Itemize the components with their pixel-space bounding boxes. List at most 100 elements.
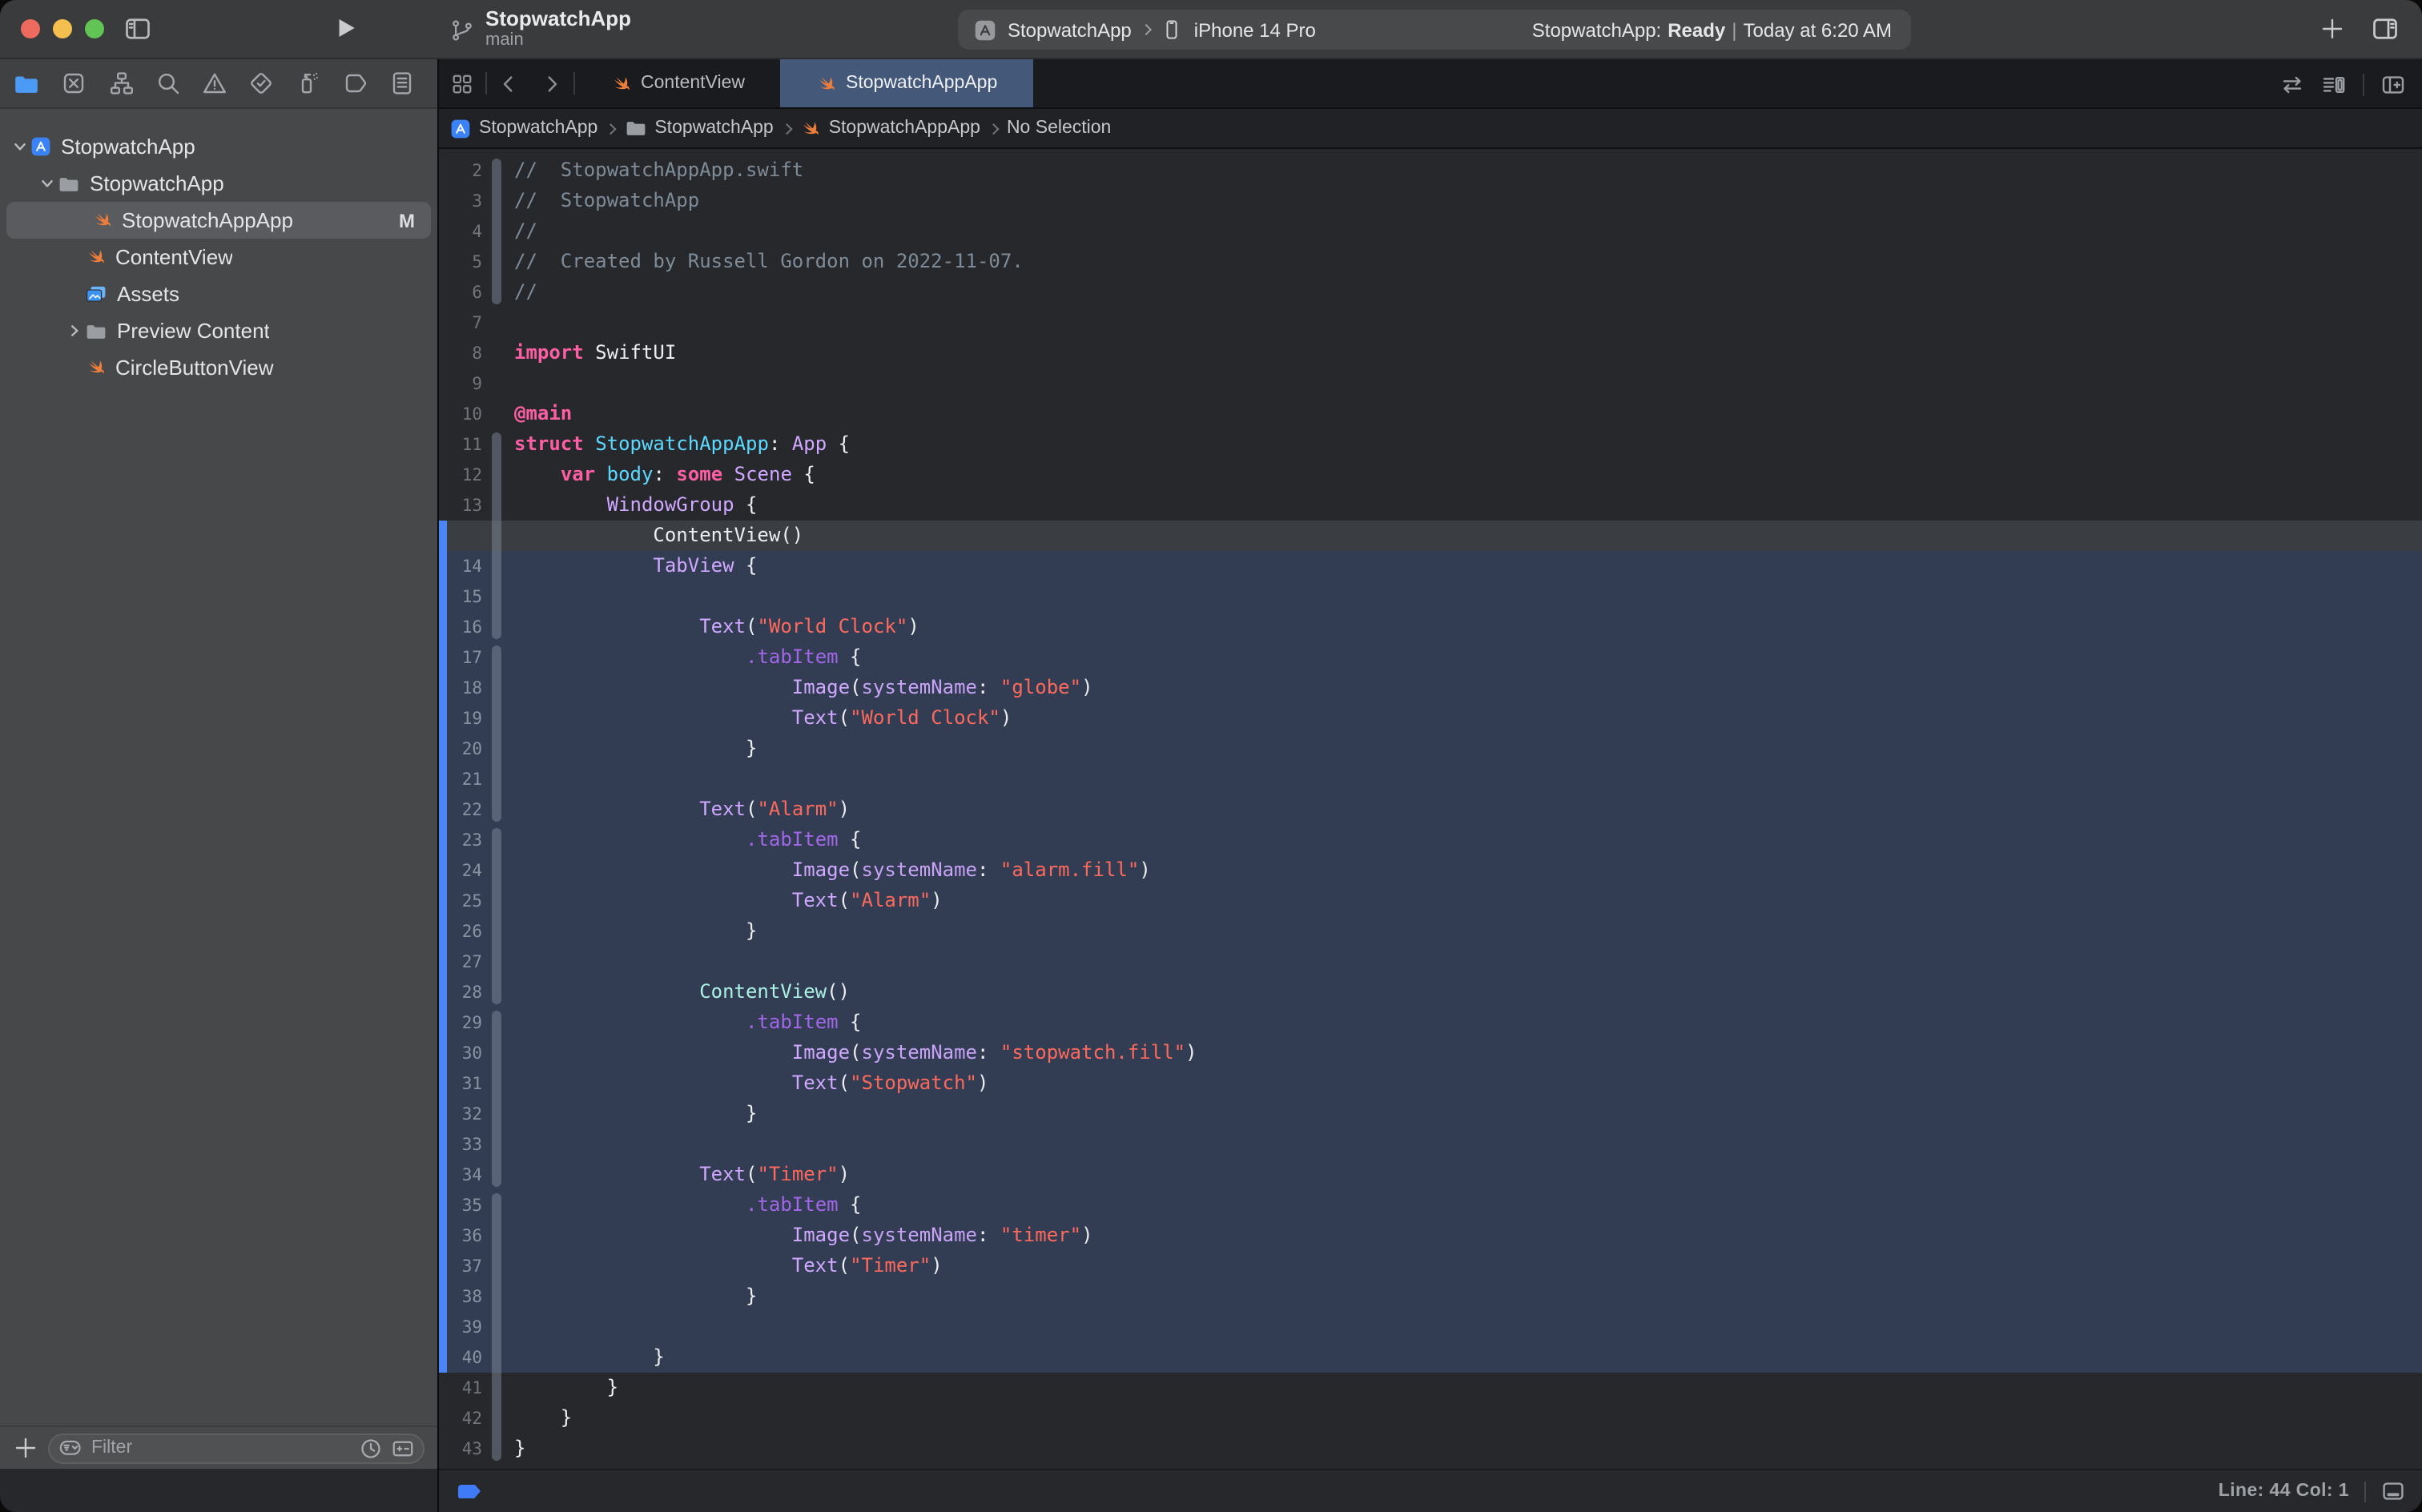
navigator-toggle-icon[interactable] xyxy=(123,14,152,43)
code-line-11[interactable]: 11 struct StopwatchAppApp: App { xyxy=(439,429,2421,460)
code-line-19[interactable]: 19 Text("World Clock") xyxy=(439,703,2421,734)
code-fold-ribbon[interactable] xyxy=(492,703,501,734)
code-fold-ribbon[interactable] xyxy=(492,1160,501,1187)
add-file-button[interactable] xyxy=(13,1435,38,1461)
scheme-target-label[interactable]: StopwatchApp xyxy=(1008,18,1132,41)
go-back-icon[interactable] xyxy=(498,73,519,94)
code-line-35[interactable]: 35 .tabItem { xyxy=(439,1190,2421,1220)
code-line-43[interactable]: 43} xyxy=(439,1434,2421,1464)
code-line-23[interactable]: 23 .tabItem { xyxy=(439,825,2421,855)
code-fold-ribbon[interactable] xyxy=(492,247,501,277)
scheme-destination-label[interactable]: iPhone 14 Pro xyxy=(1194,18,1316,41)
code-line-3[interactable]: 3 // StopwatchApp xyxy=(439,186,2421,216)
code-fold-ribbon[interactable] xyxy=(492,734,501,764)
code-fold-ribbon[interactable] xyxy=(492,399,501,429)
code-fold-ribbon[interactable] xyxy=(492,1220,501,1251)
code-fold-ribbon[interactable] xyxy=(492,764,501,794)
code-line-40[interactable]: 40 } xyxy=(439,1342,2421,1373)
code-line-26[interactable]: 26 } xyxy=(439,916,2421,947)
code-fold-ribbon[interactable] xyxy=(492,673,501,703)
code-fold-ribbon[interactable] xyxy=(492,368,501,399)
code-line-4[interactable]: 4 // xyxy=(439,216,2421,247)
code-fold-ribbon[interactable] xyxy=(492,1099,501,1129)
code-line-18[interactable]: 18 Image(systemName: "globe") xyxy=(439,673,2421,703)
tree-item-stopwatchapp[interactable]: StopwatchApp xyxy=(0,165,437,202)
code-line-41[interactable]: 41 } xyxy=(439,1373,2421,1403)
code-fold-ribbon[interactable] xyxy=(492,460,501,490)
code-fold-ribbon[interactable] xyxy=(492,1434,501,1461)
code-fold-ribbon[interactable] xyxy=(492,645,501,673)
project-navigator-icon[interactable] xyxy=(13,70,40,97)
code-fold-ribbon[interactable] xyxy=(492,490,501,521)
code-line-36[interactable]: 36 Image(systemName: "timer") xyxy=(439,1220,2421,1251)
code-line-34[interactable]: 34 Text("Timer") xyxy=(439,1160,2421,1190)
code-line-22[interactable]: 22 Text("Alarm") xyxy=(439,794,2421,825)
adjust-editor-options-icon[interactable] xyxy=(2321,71,2347,97)
code-fold-ribbon[interactable] xyxy=(492,1129,501,1160)
code-line-37[interactable]: 37 Text("Timer") xyxy=(439,1251,2421,1281)
code-line-20[interactable]: 20 } xyxy=(439,734,2421,764)
tree-item-preview-content[interactable]: Preview Content xyxy=(0,312,437,349)
code-line-7[interactable]: 7 xyxy=(439,308,2421,338)
issue-navigator-icon[interactable] xyxy=(202,70,227,96)
code-line-8[interactable]: 8 import SwiftUI xyxy=(439,338,2421,368)
code-fold-ribbon[interactable] xyxy=(492,186,501,216)
code-line-5[interactable]: 5 // Created by Russell Gordon on 2022-11… xyxy=(439,247,2421,277)
source-control-navigator-icon[interactable] xyxy=(62,70,87,96)
code-line-32[interactable]: 32 } xyxy=(439,1099,2421,1129)
scheme-selector[interactable]: StopwatchApp iPhone 14 Pro StopwatchApp:… xyxy=(958,10,1911,50)
code-fold-ribbon[interactable] xyxy=(492,159,501,186)
add-editor-icon[interactable] xyxy=(2380,71,2406,97)
code-line-29[interactable]: 29 .tabItem { xyxy=(439,1007,2421,1038)
code-line-current[interactable]: ContentView() xyxy=(439,521,2421,551)
breadcrumb-stopwatchapp[interactable]: StopwatchApp xyxy=(624,117,774,139)
report-navigator-icon[interactable] xyxy=(389,70,415,96)
code-line-24[interactable]: 24 Image(systemName: "alarm.fill") xyxy=(439,855,2421,886)
code-fold-ribbon[interactable] xyxy=(492,432,501,460)
go-forward-icon[interactable] xyxy=(541,73,562,94)
code-fold-ribbon[interactable] xyxy=(492,1038,501,1068)
minimize-window-button[interactable] xyxy=(53,19,72,38)
run-button[interactable] xyxy=(332,14,359,42)
code-fold-ribbon[interactable] xyxy=(492,277,501,304)
related-items-icon[interactable] xyxy=(450,71,474,95)
code-line-25[interactable]: 25 Text("Alarm") xyxy=(439,886,2421,916)
code-line-28[interactable]: 28 ContentView() xyxy=(439,977,2421,1007)
code-review-icon[interactable] xyxy=(2279,71,2305,97)
code-fold-ribbon[interactable] xyxy=(492,1251,501,1281)
code-fold-ribbon[interactable] xyxy=(492,977,501,1004)
test-navigator-icon[interactable] xyxy=(249,70,275,96)
breadcrumb-stopwatchapp[interactable]: StopwatchApp xyxy=(450,118,597,139)
code-line-15[interactable]: 15 xyxy=(439,581,2421,612)
code-fold-ribbon[interactable] xyxy=(492,612,501,639)
library-add-button[interactable] xyxy=(2319,16,2345,42)
code-line-9[interactable]: 9 xyxy=(439,368,2421,399)
tree-item-contentview[interactable]: ContentView xyxy=(0,239,437,275)
tree-item-stopwatchappapp[interactable]: StopwatchAppApp M xyxy=(6,202,431,239)
breakpoint-navigator-icon[interactable] xyxy=(343,70,368,96)
code-line-21[interactable]: 21 xyxy=(439,764,2421,794)
code-fold-ribbon[interactable] xyxy=(492,947,501,977)
disclosure-open-icon[interactable] xyxy=(37,176,58,191)
code-line-10[interactable]: 10 @main xyxy=(439,399,2421,429)
inspector-toggle-icon[interactable] xyxy=(2371,14,2400,43)
tree-item-stopwatchapp[interactable]: StopwatchApp xyxy=(0,128,437,165)
code-line-39[interactable]: 39 xyxy=(439,1312,2421,1342)
code-line-2[interactable]: 2 // StopwatchAppApp.swift xyxy=(439,155,2421,186)
breadcrumb-stopwatchappapp[interactable]: StopwatchAppApp xyxy=(800,118,980,139)
code-line-33[interactable]: 33 xyxy=(439,1129,2421,1160)
code-fold-ribbon[interactable] xyxy=(492,581,501,612)
code-fold-ribbon[interactable] xyxy=(492,551,501,581)
code-fold-ribbon[interactable] xyxy=(492,1373,501,1403)
code-fold-ribbon[interactable] xyxy=(492,308,501,338)
debug-navigator-icon[interactable] xyxy=(296,70,321,96)
code-fold-ribbon[interactable] xyxy=(492,1193,501,1220)
code-line-6[interactable]: 6 // xyxy=(439,277,2421,308)
code-fold-ribbon[interactable] xyxy=(492,216,501,247)
code-fold-ribbon[interactable] xyxy=(492,1342,501,1373)
editor-tab-stopwatchappapp[interactable]: StopwatchAppApp xyxy=(780,59,1033,107)
source-editor[interactable]: 2 // StopwatchAppApp.swift 3 // StopwatchAp… xyxy=(439,151,2421,1469)
breadcrumb-no-selection[interactable]: No Selection xyxy=(1007,119,1111,138)
code-fold-ribbon[interactable] xyxy=(492,1403,501,1434)
code-fold-ribbon[interactable] xyxy=(492,794,501,822)
